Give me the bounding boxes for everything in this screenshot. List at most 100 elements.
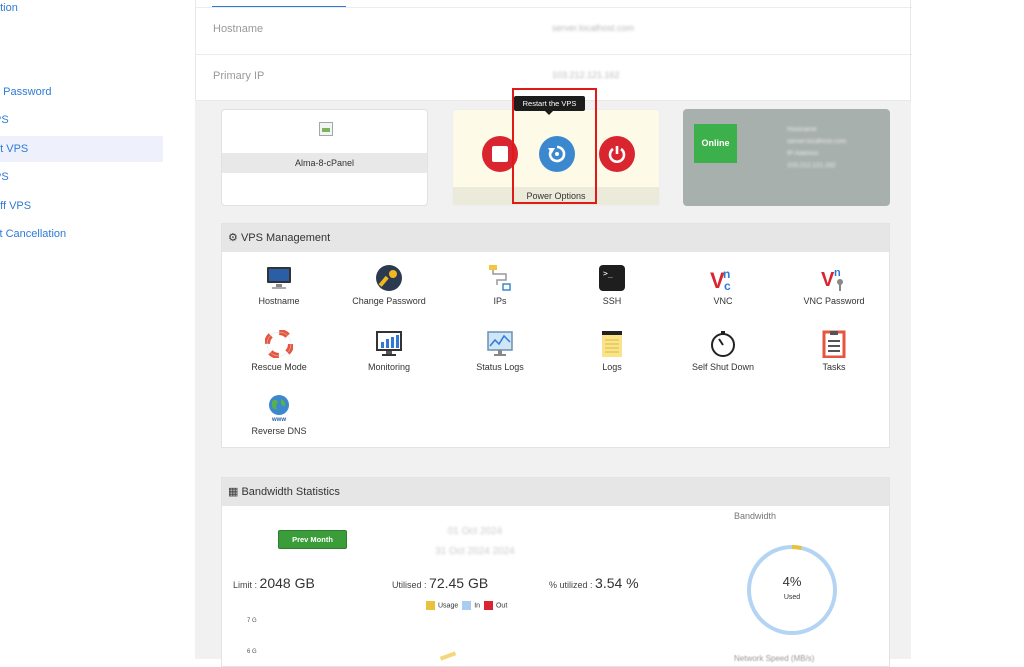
legend-swatch-out (483, 601, 493, 610)
tile-label: Logs (602, 362, 622, 372)
terminal-icon: >_ (598, 264, 626, 292)
percent-label: % utilized : (549, 580, 593, 590)
gear-icon: ⚙ (228, 232, 238, 244)
network-icon (486, 264, 514, 292)
online-badge: Online (694, 124, 737, 163)
svg-text:V: V (821, 269, 835, 291)
vnc-icon: Vnc (709, 264, 737, 293)
svg-text:n: n (834, 267, 841, 279)
tile-vnc-password[interactable]: Vn VNC Password (789, 264, 879, 306)
legend-out: Out (495, 602, 508, 610)
status-line: Hostname (787, 126, 817, 133)
limit-stat: Limit : 2048 GB (233, 575, 315, 591)
vps-management-title: VPS Management (240, 232, 331, 244)
sidebar-item-vps[interactable]: PS (0, 107, 9, 133)
tile-hostname[interactable]: Hostname (234, 264, 324, 306)
info-box: Hostname server.localhost.com Primary IP… (195, 0, 912, 101)
sidebar-item-reboot-vps[interactable]: ot VPS (0, 136, 163, 162)
utilised-value: 72.45 GB (429, 575, 489, 591)
status-card: Online Hostname server.localhost.com IP … (683, 109, 890, 206)
tile-ips[interactable]: IPs (455, 264, 545, 306)
monitor-icon (265, 264, 293, 292)
chart-legend: Usage In Out (424, 601, 507, 610)
donut-percent: 4% (782, 574, 802, 589)
hostname-row: Hostname server.localhost.com (196, 7, 912, 54)
os-name: Alma-8-cPanel (222, 153, 427, 173)
hostname-value: server.localhost.com (552, 23, 635, 33)
sidebar-item-information[interactable]: ation (0, 0, 18, 21)
tile-change-password[interactable]: Change Password (344, 264, 434, 306)
status-monitor-icon (486, 330, 514, 358)
key-icon (375, 264, 403, 292)
tile-rescue-mode[interactable]: Rescue Mode (234, 329, 324, 372)
legend-swatch-usage (426, 601, 435, 610)
vnc-key-icon: Vn (820, 264, 848, 292)
bandwidth-title: Bandwidth Statistics (241, 486, 340, 498)
tile-label: VNC Password (803, 296, 865, 306)
sidebar-item-poweroff-vps[interactable]: off VPS (0, 193, 31, 219)
tile-label: Self Shut Down (691, 362, 755, 372)
status-line: IP Address (787, 150, 819, 157)
tile-label: IPs (493, 296, 507, 306)
donut-used-label: Used (783, 594, 801, 601)
donut-title: Bandwidth (734, 511, 777, 521)
chart-monitor-icon (375, 330, 403, 358)
date-start: 01 Oct 2024 (447, 526, 503, 537)
tile-label: Monitoring (367, 362, 411, 372)
os-card: Alma-8-cPanel (221, 109, 428, 206)
percent-stat: % utilized : 3.54 % (549, 575, 639, 591)
tile-label: Status Logs (476, 362, 524, 372)
tile-label: VNC (713, 296, 733, 306)
status-line: server.localhost.com (787, 138, 847, 145)
tile-status-logs[interactable]: Status Logs (455, 330, 545, 372)
legend-in: In (474, 602, 481, 610)
tile-reverse-dns[interactable]: www Reverse DNS (234, 394, 324, 436)
y-tick: 6 G (247, 649, 257, 655)
limit-value: 2048 GB (259, 575, 315, 591)
svg-text:www: www (271, 417, 286, 422)
svg-text:c: c (724, 279, 731, 292)
legend-swatch-in (462, 601, 472, 610)
bandwidth-donut: 4% Used (746, 544, 838, 636)
tile-tasks[interactable]: Tasks (789, 330, 879, 372)
tile-label: Hostname (258, 296, 300, 306)
usage-line-fragment (439, 651, 457, 661)
tile-label: Reverse DNS (251, 426, 307, 436)
tile-label: SSH (602, 296, 622, 306)
tile-label: Tasks (822, 362, 846, 372)
sidebar-item-change-password[interactable]: e Password (0, 79, 51, 105)
tile-ssh[interactable]: >_ SSH (567, 264, 657, 306)
vps-management-header: ⚙ VPS Management (222, 224, 889, 252)
bandwidth-panel: ▦ Bandwidth Statistics Prev Month 01 Oct… (221, 477, 890, 667)
percent-value: 3.54 % (595, 575, 639, 591)
tile-vnc[interactable]: Vnc VNC (678, 264, 768, 306)
y-tick: 7 G (247, 618, 257, 624)
date-end: 31 Oct 2024 2024 (435, 546, 515, 557)
main-content: Hostname server.localhost.com Primary IP… (195, 0, 912, 667)
bar-chart-icon: ▦ (228, 486, 239, 498)
primary-ip-value: 103.212.121.162 (552, 70, 620, 80)
utilised-stat: Utilised : 72.45 GB (392, 575, 488, 591)
vps-management-panel: ⚙ VPS Management Hostname Change Passwor… (221, 223, 890, 448)
hostname-label: Hostname (213, 23, 264, 35)
tile-label: Rescue Mode (251, 362, 307, 372)
utilised-label: Utilised : (392, 580, 427, 590)
status-line: 103.212.121.162 (787, 162, 836, 169)
timer-icon (709, 330, 737, 358)
sidebar-item-request-cancellation[interactable]: st Cancellation (0, 221, 66, 247)
sidebar: ation e Password PS ot VPS PS off VPS st… (0, 0, 170, 659)
limit-label: Limit : (233, 580, 258, 590)
prev-month-button[interactable]: Prev Month (278, 530, 347, 549)
tasks-icon (820, 330, 848, 359)
tile-label: Change Password (352, 296, 426, 306)
sidebar-item-vps-2[interactable]: PS (0, 164, 9, 190)
notepad-icon (598, 330, 626, 358)
primary-ip-label: Primary IP (213, 70, 265, 82)
tile-monitoring[interactable]: Monitoring (344, 330, 434, 372)
tile-self-shut-down[interactable]: Self Shut Down (678, 330, 768, 372)
power-off-button[interactable] (599, 136, 635, 172)
lifebuoy-icon (264, 329, 294, 359)
tile-logs[interactable]: Logs (567, 330, 657, 372)
bandwidth-header: ▦ Bandwidth Statistics (222, 478, 889, 506)
power-icon (608, 146, 626, 163)
